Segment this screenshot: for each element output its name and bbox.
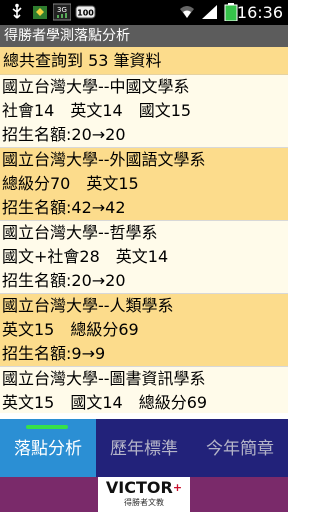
results-summary: 總共查詢到 53 筆資料 [0,47,288,75]
department-title: 國立台灣大學--外國語文學系 [2,150,206,169]
tab-brochure[interactable]: 今年簡章 [192,419,288,477]
signal-icon [202,5,217,19]
tab-label: 歷年標準 [110,439,178,459]
tab-history[interactable]: 歷年標準 [96,419,192,477]
admission-quota: 招生名額:9→9 [2,344,106,363]
usb-icon [12,3,22,19]
tab-label: 落點分析 [14,439,82,459]
brand-subtitle: 得勝者文教 [124,498,164,507]
title-bar: 得勝者學測落點分析 [0,25,288,47]
status-bar: 3G 100 16:36 [0,0,288,25]
department-title: 國立台灣大學--圖書資訊學系 [2,369,206,388]
tab-analysis[interactable]: 落點分析 [0,419,96,477]
list-item[interactable]: 國立台灣大學--外國語文學系 總級分70 英文15 招生名額:42→42 [0,148,288,221]
page-title: 得勝者學測落點分析 [4,28,130,44]
list-item[interactable]: 國立台灣大學--人類學系 英文15 總級分69 招生名額:9→9 [0,294,288,367]
department-title: 國立台灣大學--人類學系 [2,296,174,315]
battery-level-icon: 100 [75,5,96,19]
svg-text:3G: 3G [57,6,67,14]
tab-label: 今年簡章 [206,439,274,459]
list-item[interactable]: 國立台灣大學--圖書資訊學系 英文15 國文14 總級分69 [0,367,288,413]
svg-text:100: 100 [77,9,94,18]
results-list[interactable]: 總共查詢到 53 筆資料 國立台灣大學--中國文學系 社會14 英文14 國文1… [0,47,288,419]
list-item[interactable]: 國立台灣大學--中國文學系 社會14 英文14 國文15 招生名額:20→20 [0,75,288,148]
subject-criteria: 社會14 英文14 國文15 [2,101,192,120]
subject-criteria: 總級分70 英文15 [2,174,139,193]
brand-name: VICTOR+ [105,478,183,497]
3g-icon: 3G [53,3,71,21]
subject-criteria: 國文+社會28 英文14 [2,247,169,266]
admission-quota: 招生名額:42→42 [2,198,126,217]
status-time: 16:36 [236,3,283,22]
list-item[interactable]: 國立台灣大學--哲學系 國文+社會28 英文14 招生名額:20→20 [0,221,288,294]
app-notification-icon [33,6,47,19]
tab-selected-indicator [26,425,68,429]
subject-criteria: 英文15 總級分69 [2,320,139,339]
subject-criteria: 英文15 國文14 總級分69 [2,393,208,412]
brand-banner[interactable]: VICTOR+ 得勝者文教 [0,477,288,512]
brand-logo[interactable]: VICTOR+ 得勝者文教 [98,477,190,512]
brand-plus: + [172,481,183,494]
battery-icon [224,3,238,21]
wifi-icon [180,6,194,18]
department-title: 國立台灣大學--哲學系 [2,223,158,242]
admission-quota: 招生名額:20→20 [2,271,126,290]
department-title: 國立台灣大學--中國文學系 [2,77,190,96]
admission-quota: 招生名額:20→20 [2,125,126,144]
tab-bar: 落點分析 歷年標準 今年簡章 [0,419,288,477]
